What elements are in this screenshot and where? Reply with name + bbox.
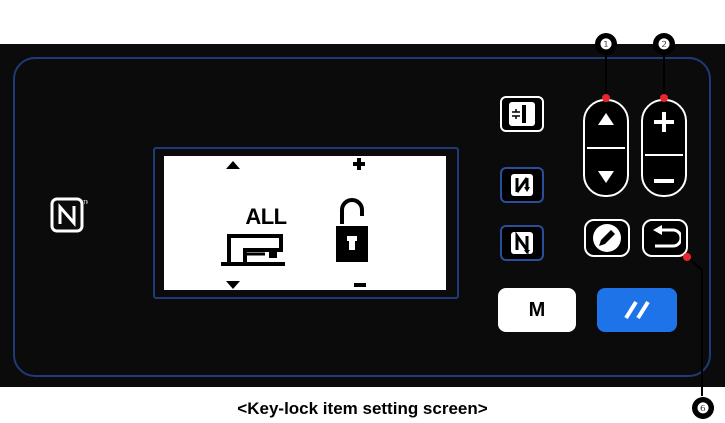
reset-button[interactable] [597,288,677,332]
up-triangle-icon[interactable] [597,112,615,126]
pencil-icon [593,224,621,252]
callout-1: ❶ [595,33,617,55]
up-arrow-icon [226,161,240,169]
step-back-button[interactable] [500,167,544,203]
plus-icon [353,158,365,170]
return-icon [653,225,681,248]
edit-button[interactable] [584,219,630,257]
down-triangle-icon[interactable] [597,170,615,184]
item-label: ALL [245,204,287,229]
nfc-icon: TM [50,197,88,233]
lcd-screen: ALL [164,156,446,290]
step-forward-icon [511,231,533,255]
step-back-icon [511,174,533,196]
unlock-icon [336,198,368,262]
plus-icon[interactable] [653,111,675,133]
rocker-divider [587,146,625,149]
thread-tension-icon [509,102,535,126]
sewing-machine-icon [221,234,285,266]
up-down-rocker[interactable] [583,99,629,197]
reset-icon [624,300,650,320]
callout-dot-2 [660,94,668,102]
callout-dot-6 [683,253,691,261]
svg-text:TM: TM [83,200,88,206]
step-forward-button[interactable] [500,225,544,261]
minus-icon [354,283,366,287]
callout-2: ❷ [653,33,675,55]
mode-button[interactable]: M [498,288,576,332]
callout-dot-1 [602,94,610,102]
minus-icon[interactable] [653,177,675,185]
rocker-divider [645,153,683,156]
threading-button[interactable] [500,96,544,132]
callout-leader-6 [686,256,703,396]
plus-minus-rocker[interactable] [641,99,687,197]
caption: <Key-lock item setting screen> [237,399,488,418]
down-arrow-icon [226,281,240,289]
